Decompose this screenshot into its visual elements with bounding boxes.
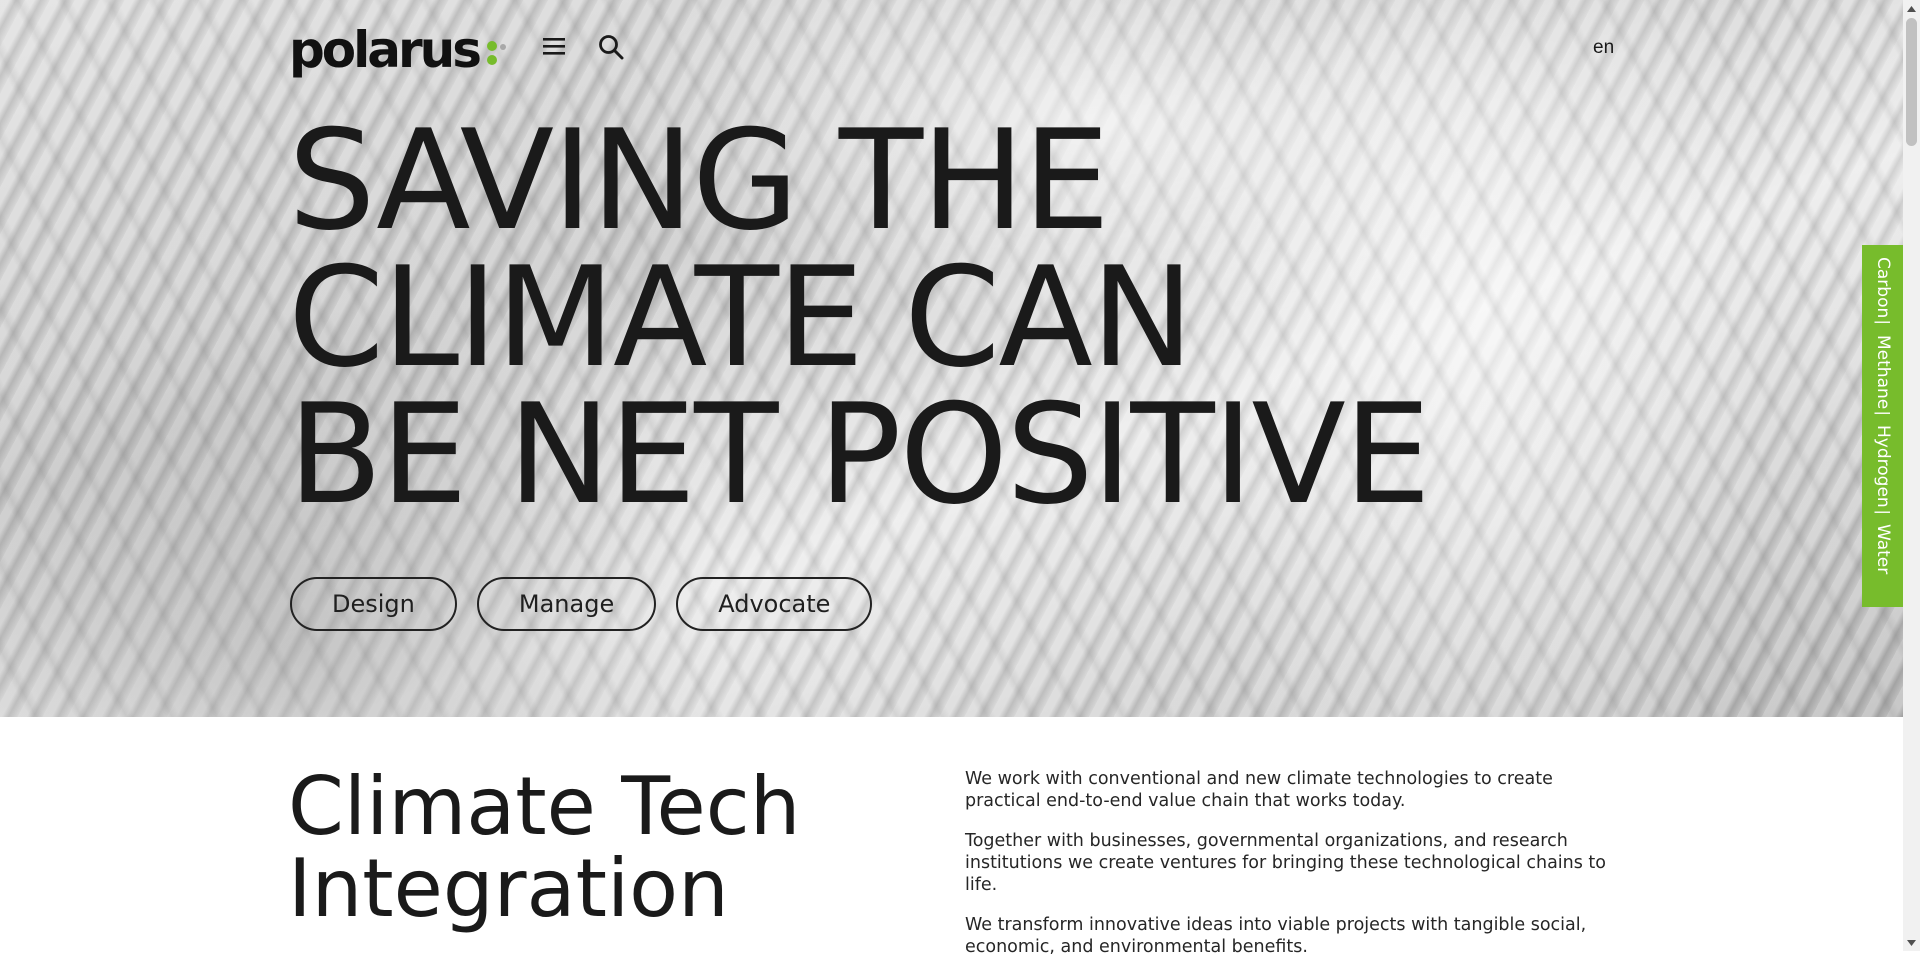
language-selector[interactable]: en — [1593, 37, 1614, 59]
side-tab-separator: | — [1874, 510, 1893, 515]
intro-paragraph: We work with conventional and new climat… — [965, 769, 1553, 811]
section-title: Climate Tech Integration — [288, 766, 800, 930]
logo-text: polarus — [289, 21, 482, 79]
headline-line: BE NET POSITIVE — [288, 374, 1431, 535]
side-tab: Carbon | Methane | Hydrogen | Water — [1862, 245, 1904, 607]
intro-paragraph: We transform innovative ideas into viabl… — [965, 915, 1587, 957]
side-tab-methane[interactable]: Methane — [1873, 335, 1893, 409]
side-tab-separator: | — [1874, 320, 1893, 325]
manage-button[interactable]: Manage — [476, 577, 657, 631]
page-scrollbar[interactable] — [1903, 0, 1920, 951]
side-tab-separator: | — [1874, 410, 1893, 416]
design-button[interactable]: Design — [290, 577, 457, 631]
intro-copy: We work with conventional and new climat… — [965, 768, 1625, 976]
headline-line: CLIMATE CAN — [288, 237, 1194, 398]
side-tab-carbon[interactable]: Carbon — [1873, 257, 1893, 318]
hero-pill-buttons: Design Manage Advocate — [290, 577, 873, 631]
section-title-line: Climate Tech — [288, 760, 801, 853]
headline-line: SAVING THE — [288, 100, 1110, 261]
scrollbar-thumb[interactable] — [1906, 18, 1917, 146]
side-tab-hydrogen[interactable]: Hydrogen — [1873, 425, 1893, 508]
scroll-up-arrow-icon[interactable] — [1903, 0, 1920, 17]
section-title-line: Integration — [288, 842, 729, 935]
hero-headline: SAVING THE CLIMATE CAN BE NET POSITIVE — [288, 100, 1431, 535]
search-icon[interactable] — [598, 34, 624, 63]
hamburger-menu-icon[interactable] — [543, 36, 565, 59]
side-tab-water[interactable]: Water — [1873, 524, 1893, 574]
scroll-down-arrow-icon[interactable] — [1903, 934, 1920, 951]
polarus-logo[interactable]: polarus — [289, 22, 511, 78]
logo-dots-icon — [485, 30, 511, 70]
intro-paragraph: Together with businesses, governmental o… — [965, 831, 1606, 895]
hero-section: polarus en SAVING THE CLIMATE CAN BE NET… — [0, 0, 1903, 717]
advocate-button[interactable]: Advocate — [676, 577, 873, 631]
